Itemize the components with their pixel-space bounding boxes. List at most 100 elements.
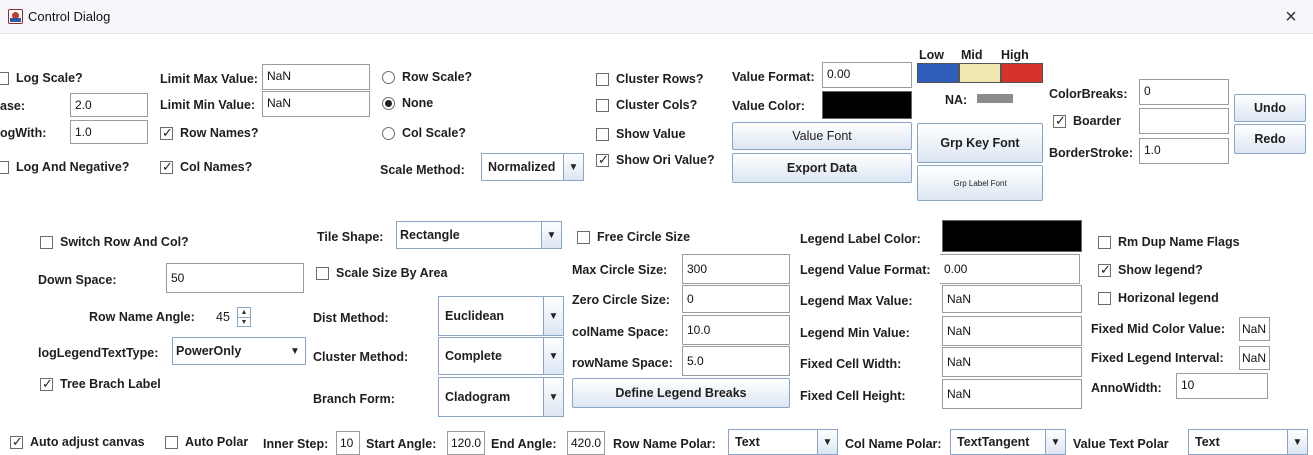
col-names-checkbox[interactable]: Col Names? [160, 159, 252, 175]
switch-row-col-checkbox[interactable]: Switch Row And Col? [40, 235, 189, 249]
log-negative-box[interactable] [0, 160, 9, 174]
cluster-rows-checkbox[interactable]: Cluster Rows? [596, 72, 704, 86]
chevron-down-icon[interactable]: ▼ [541, 222, 561, 248]
chevron-down-icon[interactable]: ▼ [543, 378, 563, 416]
chevron-down-icon[interactable]: ▼ [285, 338, 305, 364]
scale-size-by-area-checkbox[interactable]: Scale Size By Area [316, 266, 447, 280]
export-data-button[interactable]: Export Data [732, 153, 912, 183]
row-name-angle-spinner[interactable]: ▲ ▼ [237, 307, 251, 327]
na-color-swatch[interactable] [977, 94, 1013, 103]
show-ori-value-checkbox[interactable]: Show Ori Value? [596, 152, 715, 168]
legend-value-format-input[interactable]: 0.00 [940, 254, 1080, 284]
fixed-mid-color-input[interactable]: NaN [1239, 317, 1270, 341]
show-value-box[interactable] [596, 127, 609, 141]
boarder-checkbox[interactable]: Boarder [1053, 113, 1121, 129]
legend-min-value-input[interactable]: NaN [942, 316, 1082, 346]
row-names-box[interactable] [160, 125, 173, 141]
chevron-down-icon[interactable]: ▼ [543, 297, 563, 335]
cluster-method-select[interactable]: Complete ▼ [438, 337, 564, 375]
down-space-input[interactable]: 50 [166, 263, 304, 293]
tree-branch-label-checkbox[interactable]: Tree Brach Label [40, 376, 161, 392]
auto-polar-box[interactable] [165, 435, 178, 449]
scale-size-by-area-box[interactable] [316, 266, 329, 280]
boarder-box[interactable] [1053, 113, 1066, 129]
base-input[interactable]: 2.0 [70, 93, 148, 117]
row-name-polar-select[interactable]: Text ▼ [728, 429, 838, 455]
dist-method-select[interactable]: Euclidean ▼ [438, 296, 564, 336]
tree-branch-label-box[interactable] [40, 376, 53, 392]
value-text-polar-select[interactable]: Text ▼ [1188, 429, 1308, 455]
row-name-angle-value[interactable]: 45 [216, 308, 230, 326]
free-circle-size-box[interactable] [577, 230, 590, 244]
legend-label-color-swatch[interactable] [942, 220, 1082, 252]
show-legend-box[interactable] [1098, 262, 1111, 278]
auto-adjust-canvas-box[interactable] [10, 434, 23, 450]
tile-shape-select[interactable]: Rectangle ▼ [396, 221, 562, 249]
zero-circle-size-input[interactable]: 0 [682, 285, 790, 313]
chevron-down-icon[interactable]: ▼ [563, 154, 583, 180]
scale-method-select[interactable]: Normalized ▼ [481, 153, 584, 181]
chevron-down-icon[interactable]: ▼ [817, 430, 837, 454]
switch-row-col-box[interactable] [40, 235, 53, 249]
branch-form-select[interactable]: Cladogram ▼ [438, 377, 564, 417]
fixed-legend-interval-input[interactable]: NaN [1239, 346, 1270, 370]
auto-adjust-canvas-checkbox[interactable]: Auto adjust canvas [10, 434, 145, 450]
fixed-cell-width-input[interactable]: NaN [942, 347, 1082, 377]
mid-color-swatch[interactable] [959, 63, 1001, 83]
anno-width-input[interactable]: 10 [1176, 373, 1268, 399]
show-legend-checkbox[interactable]: Show legend? [1098, 262, 1203, 278]
fixed-cell-height-input[interactable]: NaN [942, 379, 1082, 409]
col-names-box[interactable] [160, 159, 173, 175]
legend-max-value-input[interactable]: NaN [942, 285, 1082, 313]
log-with-input[interactable]: 1.0 [70, 120, 148, 144]
show-value-checkbox[interactable]: Show Value [596, 127, 685, 141]
show-ori-value-box[interactable] [596, 152, 609, 168]
value-color-swatch[interactable] [822, 91, 912, 119]
cluster-cols-checkbox[interactable]: Cluster Cols? [596, 98, 697, 112]
row-scale-dot[interactable] [382, 70, 395, 84]
start-angle-input[interactable]: 120.0 [447, 431, 485, 455]
cluster-cols-box[interactable] [596, 98, 609, 112]
log-scale-checkbox[interactable]: Log Scale? [0, 71, 83, 85]
inner-step-input[interactable]: 10 [336, 431, 360, 455]
color-breaks-input[interactable]: 0 [1139, 79, 1229, 105]
cluster-rows-box[interactable] [596, 72, 609, 86]
none-dot[interactable] [382, 96, 395, 110]
undo-button[interactable]: Undo [1234, 94, 1306, 122]
spinner-down-icon[interactable]: ▼ [238, 318, 250, 327]
rowname-space-input[interactable]: 5.0 [682, 346, 790, 376]
log-negative-checkbox[interactable]: Log And Negative? [0, 160, 129, 174]
row-names-checkbox[interactable]: Row Names? [160, 125, 259, 141]
horizontal-legend-checkbox[interactable]: Horizonal legend [1098, 291, 1219, 305]
define-legend-breaks-button[interactable]: Define Legend Breaks [572, 378, 790, 408]
close-button[interactable]: × [1279, 5, 1303, 29]
low-color-swatch[interactable] [917, 63, 959, 83]
border-stroke-input[interactable]: 1.0 [1139, 138, 1229, 164]
col-scale-dot[interactable] [382, 126, 395, 140]
value-font-button[interactable]: Value Font [732, 122, 912, 150]
rm-dup-name-flags-checkbox[interactable]: Rm Dup Name Flags [1098, 235, 1240, 249]
grp-label-font-button[interactable]: Grp Label Font [917, 165, 1043, 201]
col-scale-radio[interactable]: Col Scale? [382, 126, 466, 140]
spinner-up-icon[interactable]: ▲ [238, 308, 250, 318]
end-angle-input[interactable]: 420.0 [567, 431, 605, 455]
chevron-down-icon[interactable]: ▼ [1045, 430, 1065, 454]
value-format-input[interactable]: 0.00 [822, 62, 912, 88]
log-scale-box[interactable] [0, 71, 9, 85]
grp-key-font-button[interactable]: Grp Key Font [917, 123, 1043, 163]
horizontal-legend-box[interactable] [1098, 291, 1111, 305]
col-name-polar-select[interactable]: TextTangent ▼ [950, 429, 1066, 455]
rm-dup-name-flags-box[interactable] [1098, 235, 1111, 249]
none-radio[interactable]: None [382, 96, 433, 110]
colname-space-input[interactable]: 10.0 [682, 315, 790, 345]
limit-min-input[interactable]: NaN [262, 91, 370, 117]
limit-max-input[interactable]: NaN [262, 64, 370, 90]
free-circle-size-checkbox[interactable]: Free Circle Size [577, 230, 690, 244]
high-color-swatch[interactable] [1001, 63, 1043, 83]
max-circle-size-input[interactable]: 300 [682, 254, 790, 284]
auto-polar-checkbox[interactable]: Auto Polar [165, 435, 248, 449]
redo-button[interactable]: Redo [1234, 124, 1306, 154]
chevron-down-icon[interactable]: ▼ [1287, 430, 1307, 454]
log-legend-text-type-select[interactable]: PowerOnly ▼ [172, 337, 306, 365]
row-scale-radio[interactable]: Row Scale? [382, 70, 472, 84]
